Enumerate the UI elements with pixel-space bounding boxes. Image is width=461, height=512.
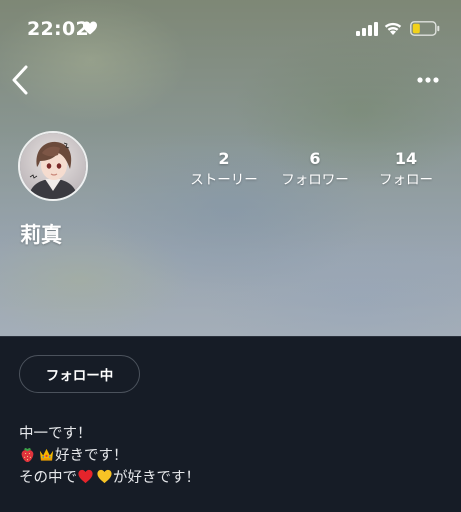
profile-screen: 22:02 莉真 2 ストーリー 6 フォロワー 14 フォロー フォロー中 中… — [0, 0, 461, 512]
bio-line-2-text: 好きです！ — [55, 448, 128, 464]
signal-icon — [356, 22, 378, 36]
followers-label: フォロワー — [281, 172, 349, 188]
following-label: フォロー — [379, 172, 433, 188]
chevron-left-icon[interactable] — [10, 64, 30, 96]
red-heart-icon — [78, 469, 93, 484]
battery-icon — [410, 21, 440, 36]
bio-line-3: その中で が好きです！ — [19, 467, 200, 489]
bio: 中一です！ 好きです！ その中で が好きです！ — [19, 423, 200, 489]
stories-label: ストーリー — [190, 172, 258, 188]
status-time: 22:02 — [27, 18, 89, 40]
following-button[interactable]: フォロー中 — [19, 355, 140, 393]
bio-line-2: 好きです！ — [19, 445, 200, 467]
status-bar: 22:02 — [0, 0, 461, 56]
yellow-heart-icon — [97, 469, 112, 484]
avatar[interactable] — [18, 131, 88, 201]
profile-info-panel: フォロー中 中一です！ 好きです！ その中で が好きです！ — [0, 336, 461, 512]
following-count: 14 — [394, 149, 418, 168]
heart-icon — [83, 21, 97, 35]
following-stat[interactable]: 14 フォロー — [372, 150, 440, 190]
followers-count: 6 — [309, 149, 321, 168]
more-horizontal-icon[interactable] — [416, 76, 440, 84]
crown-icon — [39, 448, 54, 461]
bio-line-3-suffix: が好きです！ — [113, 470, 200, 486]
stories-stat[interactable]: 2 ストーリー — [186, 150, 262, 190]
wifi-icon — [384, 22, 402, 35]
bio-line-1: 中一です！ — [19, 426, 92, 442]
profile-name: 莉真 — [20, 223, 62, 247]
stories-count: 2 — [218, 149, 230, 168]
followers-stat[interactable]: 6 フォロワー — [276, 150, 354, 190]
avatar-illustration-icon — [20, 133, 86, 199]
bio-line-3-prefix: その中で — [19, 470, 77, 486]
strawberry-icon — [21, 447, 34, 463]
